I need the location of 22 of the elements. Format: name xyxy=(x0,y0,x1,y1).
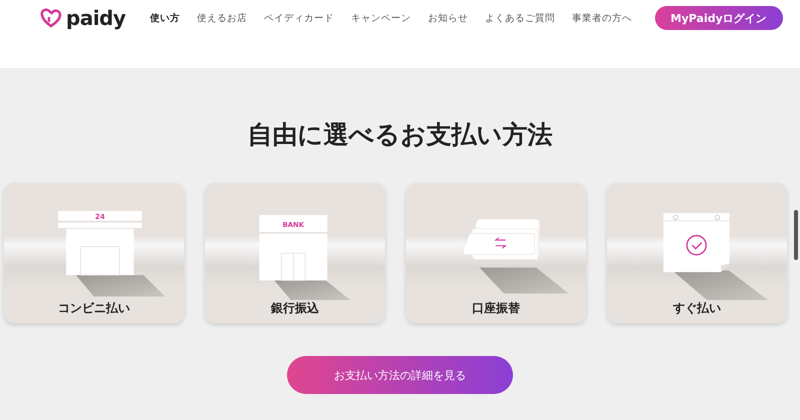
nav-link[interactable]: キャンペーン xyxy=(342,12,420,24)
payment-card[interactable]: 24 コンビニ払い xyxy=(4,183,184,323)
card-label: すぐ払い xyxy=(673,300,721,317)
card-label: 銀行振込 xyxy=(271,300,319,317)
logo-text[interactable]: paidy xyxy=(66,6,126,30)
scrollbar-thumb[interactable] xyxy=(794,210,798,260)
card-label: コンビニ払い xyxy=(58,300,130,317)
sign-text: 24 xyxy=(95,212,105,221)
nav-link[interactable]: お知らせ xyxy=(420,12,477,24)
payment-card[interactable]: すぐ払い xyxy=(607,183,787,323)
section-title: 自由に選べるお支払い方法 xyxy=(248,119,552,148)
login-button[interactable]: MyPaidyログイン xyxy=(654,6,783,30)
nav-link[interactable]: 使い方 xyxy=(142,12,189,24)
nav-link[interactable]: よくあるご質問 xyxy=(476,12,564,24)
calendar-drawing xyxy=(663,213,730,272)
nav-link[interactable]: 使えるお店 xyxy=(188,12,256,24)
card-label: 口座振替 xyxy=(472,300,520,317)
logo-icon xyxy=(40,8,62,28)
payment-card[interactable]: 口座振替 xyxy=(406,183,586,323)
nav-link[interactable]: ペイディカード xyxy=(256,12,343,24)
details-button[interactable]: お支払い方法の詳細を見る xyxy=(287,356,513,394)
nav-link[interactable]: 事業者の方へ xyxy=(564,12,641,24)
